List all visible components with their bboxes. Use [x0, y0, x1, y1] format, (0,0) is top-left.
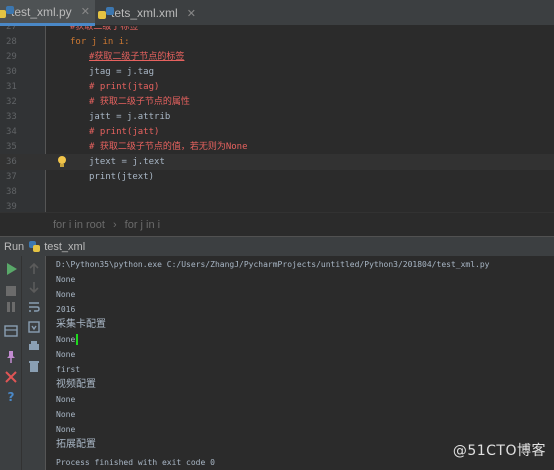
line-number: 33	[6, 112, 17, 122]
console-output-line: None	[56, 275, 76, 284]
code-text: jtext = j.text	[89, 157, 165, 167]
python-config-icon	[29, 241, 41, 252]
console-output-line: 2016	[56, 305, 76, 314]
line-number: 32	[6, 97, 17, 107]
close-icon[interactable]: ✕	[81, 5, 90, 18]
console-output-line: first	[56, 365, 81, 374]
pause-icon[interactable]	[4, 300, 18, 314]
line-number: 39	[6, 202, 17, 212]
pin-icon[interactable]	[4, 350, 18, 364]
run-config-name[interactable]: test_xml	[44, 241, 85, 253]
console-finish-line: Process finished with exit code 0	[56, 458, 215, 467]
code-text: # print(jtag)	[89, 82, 160, 92]
scroll-to-end-icon[interactable]	[27, 320, 41, 334]
code-line: 32 # 获取二级子节点的属性	[0, 94, 554, 110]
svg-text:?: ?	[8, 390, 15, 403]
console-output-line: None	[56, 290, 76, 299]
console-output-line: None	[56, 333, 79, 347]
stop-icon[interactable]	[4, 284, 18, 298]
help-icon[interactable]: ?	[4, 389, 18, 403]
chevron-right-icon: ›	[112, 218, 117, 231]
code-line: 38	[0, 184, 554, 200]
code-editor[interactable]: 27 #获取二级子标签 28 for j in i: 29 #获取二级子节点的标…	[0, 26, 554, 212]
console-output-line: None	[56, 350, 76, 359]
console-output-line: None	[56, 395, 76, 404]
code-text: #获取二级子节点的标签	[89, 52, 185, 62]
console-output-text: None	[56, 335, 76, 344]
line-number: 30	[6, 67, 17, 77]
arrow-down-icon[interactable]	[27, 280, 41, 294]
console-output-line: None	[56, 425, 76, 434]
layout-icon[interactable]	[4, 324, 18, 338]
close-icon[interactable]	[4, 370, 18, 384]
code-line: 34 # print(jatt)	[0, 124, 554, 140]
code-text: jatt = j.attrib	[89, 112, 171, 122]
line-number: 28	[6, 37, 17, 47]
run-toolbar-primary: ?	[0, 256, 22, 470]
run-label: Run	[4, 240, 25, 253]
console-output-line: None	[56, 410, 76, 419]
breadcrumb-item[interactable]: for j in i	[125, 219, 160, 231]
run-console-output[interactable]: D:\Python35\python.exe C:/Users/ZhangJ/P…	[46, 256, 554, 470]
console-output-line: 拓展配置	[56, 439, 96, 450]
console-output-line: 采集卡配置	[56, 319, 106, 330]
close-icon[interactable]: ✕	[187, 7, 196, 20]
console-output-line: 视频配置	[56, 379, 96, 390]
line-number: 31	[6, 82, 17, 92]
line-number: 36	[6, 157, 17, 167]
editor-tab-bar: test_xml.py ✕ tets_xml.xml ✕	[0, 0, 554, 26]
code-text: print(jtext)	[89, 172, 155, 182]
line-number: 29	[6, 52, 17, 62]
code-line: 37 print(jtext)	[0, 169, 554, 185]
tab-label: tets_xml.xml	[111, 6, 178, 20]
run-toolbar-secondary	[22, 256, 46, 470]
tab-label: test_xml.py	[11, 4, 72, 19]
line-number: 38	[6, 187, 17, 197]
print-icon[interactable]	[27, 339, 41, 353]
run-tool-window-header: Run test_xml	[0, 236, 554, 256]
soft-wrap-icon[interactable]	[27, 300, 41, 314]
code-text: # 获取二级子节点的属性	[89, 97, 190, 107]
line-number: 34	[6, 127, 17, 137]
watermark: @51CTO博客	[452, 443, 546, 459]
line-number: 35	[6, 142, 17, 152]
code-text: # 获取二级子节点的值，若无则为None	[89, 142, 248, 152]
text-cursor	[76, 334, 79, 345]
console-command-line: D:\Python35\python.exe C:/Users/ZhangJ/P…	[56, 260, 490, 269]
code-line-current: 36 jtext = j.text	[0, 154, 554, 170]
code-line: 29 #获取二级子节点的标签	[0, 49, 554, 65]
code-line: 30 jtag = j.tag	[0, 64, 554, 80]
code-line: 39	[0, 199, 554, 212]
line-number: 37	[6, 172, 17, 182]
breadcrumb: for i in root › for j in i	[0, 212, 554, 236]
arrow-up-icon[interactable]	[27, 262, 41, 276]
tab-test-xml-py[interactable]: test_xml.py ✕	[0, 0, 95, 26]
lightbulb-icon[interactable]	[57, 156, 67, 168]
code-line: 28 for j in i:	[0, 34, 554, 50]
code-text: for j in i:	[70, 37, 130, 47]
code-line: 35 # 获取二级子节点的值，若无则为None	[0, 139, 554, 155]
run-icon[interactable]	[4, 262, 18, 276]
code-line: 31 # print(jtag)	[0, 79, 554, 95]
trash-icon[interactable]	[27, 359, 41, 373]
code-line: 33 jatt = j.attrib	[0, 109, 554, 125]
code-text: # print(jatt)	[89, 127, 160, 137]
code-text: jtag = j.tag	[89, 67, 155, 77]
tab-tets-xml-xml[interactable]: tets_xml.xml ✕	[98, 0, 200, 26]
breadcrumb-item[interactable]: for i in root	[53, 219, 105, 231]
